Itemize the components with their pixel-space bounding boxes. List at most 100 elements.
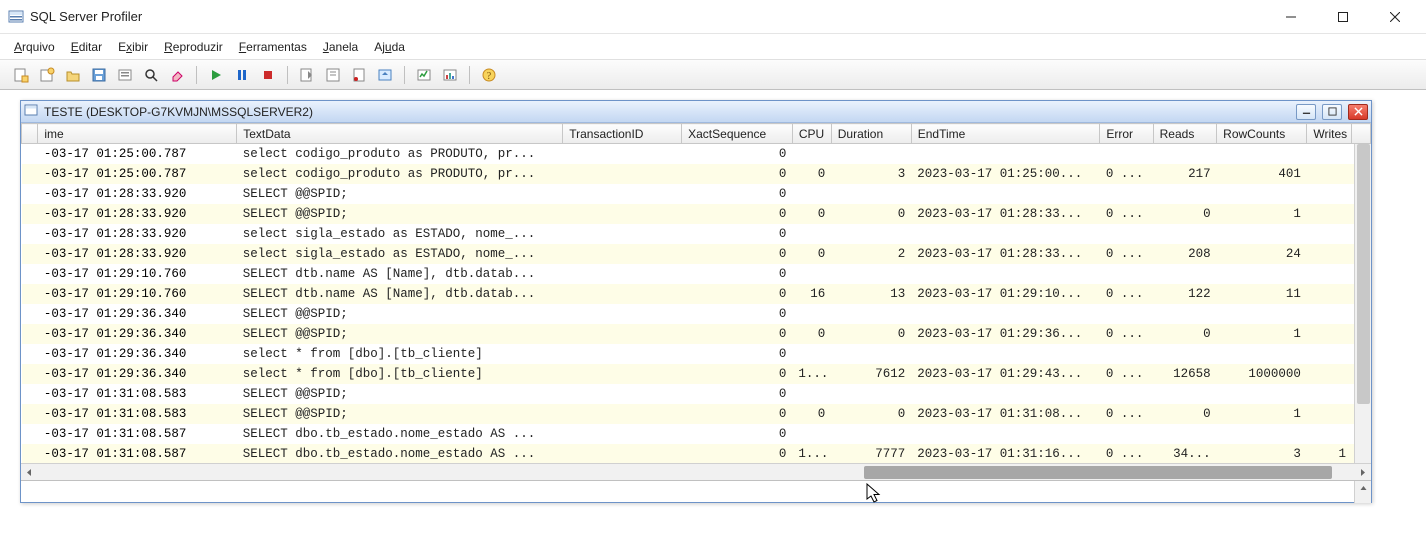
stop-icon[interactable] [257, 64, 279, 86]
cell[interactable]: 0 [682, 264, 793, 284]
cell[interactable] [563, 184, 682, 204]
cell[interactable]: -03-17 01:28:33.920 [38, 204, 237, 224]
maximize-button[interactable] [1320, 1, 1366, 33]
cell[interactable] [911, 424, 1100, 444]
cell[interactable]: 0 [682, 284, 793, 304]
cell[interactable]: 0 [792, 204, 831, 224]
cell[interactable] [1153, 384, 1217, 404]
cell[interactable] [1153, 424, 1217, 444]
cell[interactable]: 0 [682, 144, 793, 164]
cell[interactable] [831, 144, 911, 164]
cell[interactable] [1217, 224, 1307, 244]
cell[interactable] [22, 284, 38, 304]
cell[interactable]: 0 [682, 204, 793, 224]
cell[interactable]: select sigla_estado as ESTADO, nome_... [237, 244, 563, 264]
cell[interactable] [911, 384, 1100, 404]
run-icon[interactable] [205, 64, 227, 86]
cell[interactable]: SELECT @@SPID; [237, 384, 563, 404]
menu-exibir[interactable]: Exibir [118, 40, 148, 54]
cell[interactable] [1217, 264, 1307, 284]
cell[interactable]: 1... [792, 444, 831, 464]
cell[interactable] [911, 184, 1100, 204]
table-row[interactable]: -03-17 01:28:33.920SELECT @@SPID;0002023… [22, 204, 1371, 224]
cell[interactable]: -03-17 01:31:08.583 [38, 384, 237, 404]
cell[interactable] [911, 304, 1100, 324]
cell[interactable]: 0 [682, 424, 793, 444]
cell[interactable] [22, 444, 38, 464]
cell[interactable]: 7612 [831, 364, 911, 384]
cell[interactable] [1153, 224, 1217, 244]
horizontal-scroll-thumb[interactable] [864, 466, 1332, 479]
cell[interactable] [792, 304, 831, 324]
replay-step-icon[interactable] [296, 64, 318, 86]
eraser-icon[interactable] [166, 64, 188, 86]
cell[interactable]: 1 [1217, 204, 1307, 224]
cell[interactable] [563, 164, 682, 184]
cell[interactable]: 11 [1217, 284, 1307, 304]
cell[interactable]: -03-17 01:25:00.787 [38, 164, 237, 184]
cell[interactable] [1217, 384, 1307, 404]
table-row[interactable]: -03-17 01:29:10.760SELECT dtb.name AS [N… [22, 284, 1371, 304]
cell[interactable]: 0 [1153, 204, 1217, 224]
new-template-icon[interactable] [36, 64, 58, 86]
cell[interactable] [563, 304, 682, 324]
cell[interactable]: 2023-03-17 01:29:10... [911, 284, 1100, 304]
cell[interactable] [1307, 184, 1352, 204]
cell[interactable]: 208 [1153, 244, 1217, 264]
table-row[interactable]: -03-17 01:28:33.920select sigla_estado a… [22, 244, 1371, 264]
cell[interactable] [1100, 184, 1153, 204]
cell[interactable] [1217, 184, 1307, 204]
cell[interactable]: 3 [1217, 444, 1307, 464]
cell[interactable] [1307, 224, 1352, 244]
cell[interactable] [563, 264, 682, 284]
child-close-button[interactable] [1348, 104, 1368, 120]
cell[interactable]: 2 [831, 244, 911, 264]
cell[interactable]: -03-17 01:25:00.787 [38, 144, 237, 164]
cell[interactable]: 2023-03-17 01:29:36... [911, 324, 1100, 344]
col-error[interactable]: Error [1100, 124, 1153, 144]
table-row[interactable]: -03-17 01:31:08.587SELECT dbo.tb_estado.… [22, 444, 1371, 464]
cell[interactable] [792, 224, 831, 244]
cell[interactable]: SELECT @@SPID; [237, 324, 563, 344]
cell[interactable]: select codigo_produto as PRODUTO, pr... [237, 144, 563, 164]
cell[interactable] [1153, 344, 1217, 364]
cell[interactable] [831, 264, 911, 284]
cell[interactable] [22, 324, 38, 344]
cell[interactable]: -03-17 01:28:33.920 [38, 244, 237, 264]
table-row[interactable]: -03-17 01:29:36.340select * from [dbo].[… [22, 364, 1371, 384]
cell[interactable] [1153, 264, 1217, 284]
menu-reproduzir[interactable]: Reproduzir [164, 40, 223, 54]
cell[interactable]: -03-17 01:28:33.920 [38, 184, 237, 204]
cell[interactable]: 0 ... [1100, 164, 1153, 184]
cell[interactable]: 2023-03-17 01:25:00... [911, 164, 1100, 184]
cell[interactable] [1100, 144, 1153, 164]
cell[interactable] [911, 224, 1100, 244]
cell[interactable]: 12658 [1153, 364, 1217, 384]
cell[interactable] [792, 144, 831, 164]
table-row[interactable]: -03-17 01:29:36.340select * from [dbo].[… [22, 344, 1371, 364]
child-titlebar[interactable]: TESTE (DESKTOP-G7KVMJN\MSSQLSERVER2) [21, 101, 1371, 123]
replay-to-cursor-icon[interactable] [322, 64, 344, 86]
cell[interactable]: 0 [792, 404, 831, 424]
cell[interactable] [1100, 304, 1153, 324]
cell[interactable] [563, 364, 682, 384]
cell[interactable] [1153, 184, 1217, 204]
cell[interactable]: 34... [1153, 444, 1217, 464]
help-icon[interactable]: ? [478, 64, 500, 86]
cell[interactable] [911, 264, 1100, 284]
cell[interactable]: 0 [792, 324, 831, 344]
cell[interactable]: select * from [dbo].[tb_cliente] [237, 364, 563, 384]
table-row[interactable]: -03-17 01:29:10.760SELECT dtb.name AS [N… [22, 264, 1371, 284]
cell[interactable]: SELECT dtb.name AS [Name], dtb.datab... [237, 264, 563, 284]
cell[interactable] [911, 344, 1100, 364]
cell[interactable] [22, 204, 38, 224]
cell[interactable]: 1 [1217, 404, 1307, 424]
cell[interactable]: -03-17 01:29:36.340 [38, 364, 237, 384]
table-row[interactable]: -03-17 01:29:36.340SELECT @@SPID;0002023… [22, 324, 1371, 344]
cell[interactable] [1307, 284, 1352, 304]
cell[interactable] [831, 184, 911, 204]
col-ime[interactable]: ime [38, 124, 237, 144]
cell[interactable]: -03-17 01:28:33.920 [38, 224, 237, 244]
cell[interactable]: SELECT dtb.name AS [Name], dtb.datab... [237, 284, 563, 304]
cell[interactable] [831, 344, 911, 364]
